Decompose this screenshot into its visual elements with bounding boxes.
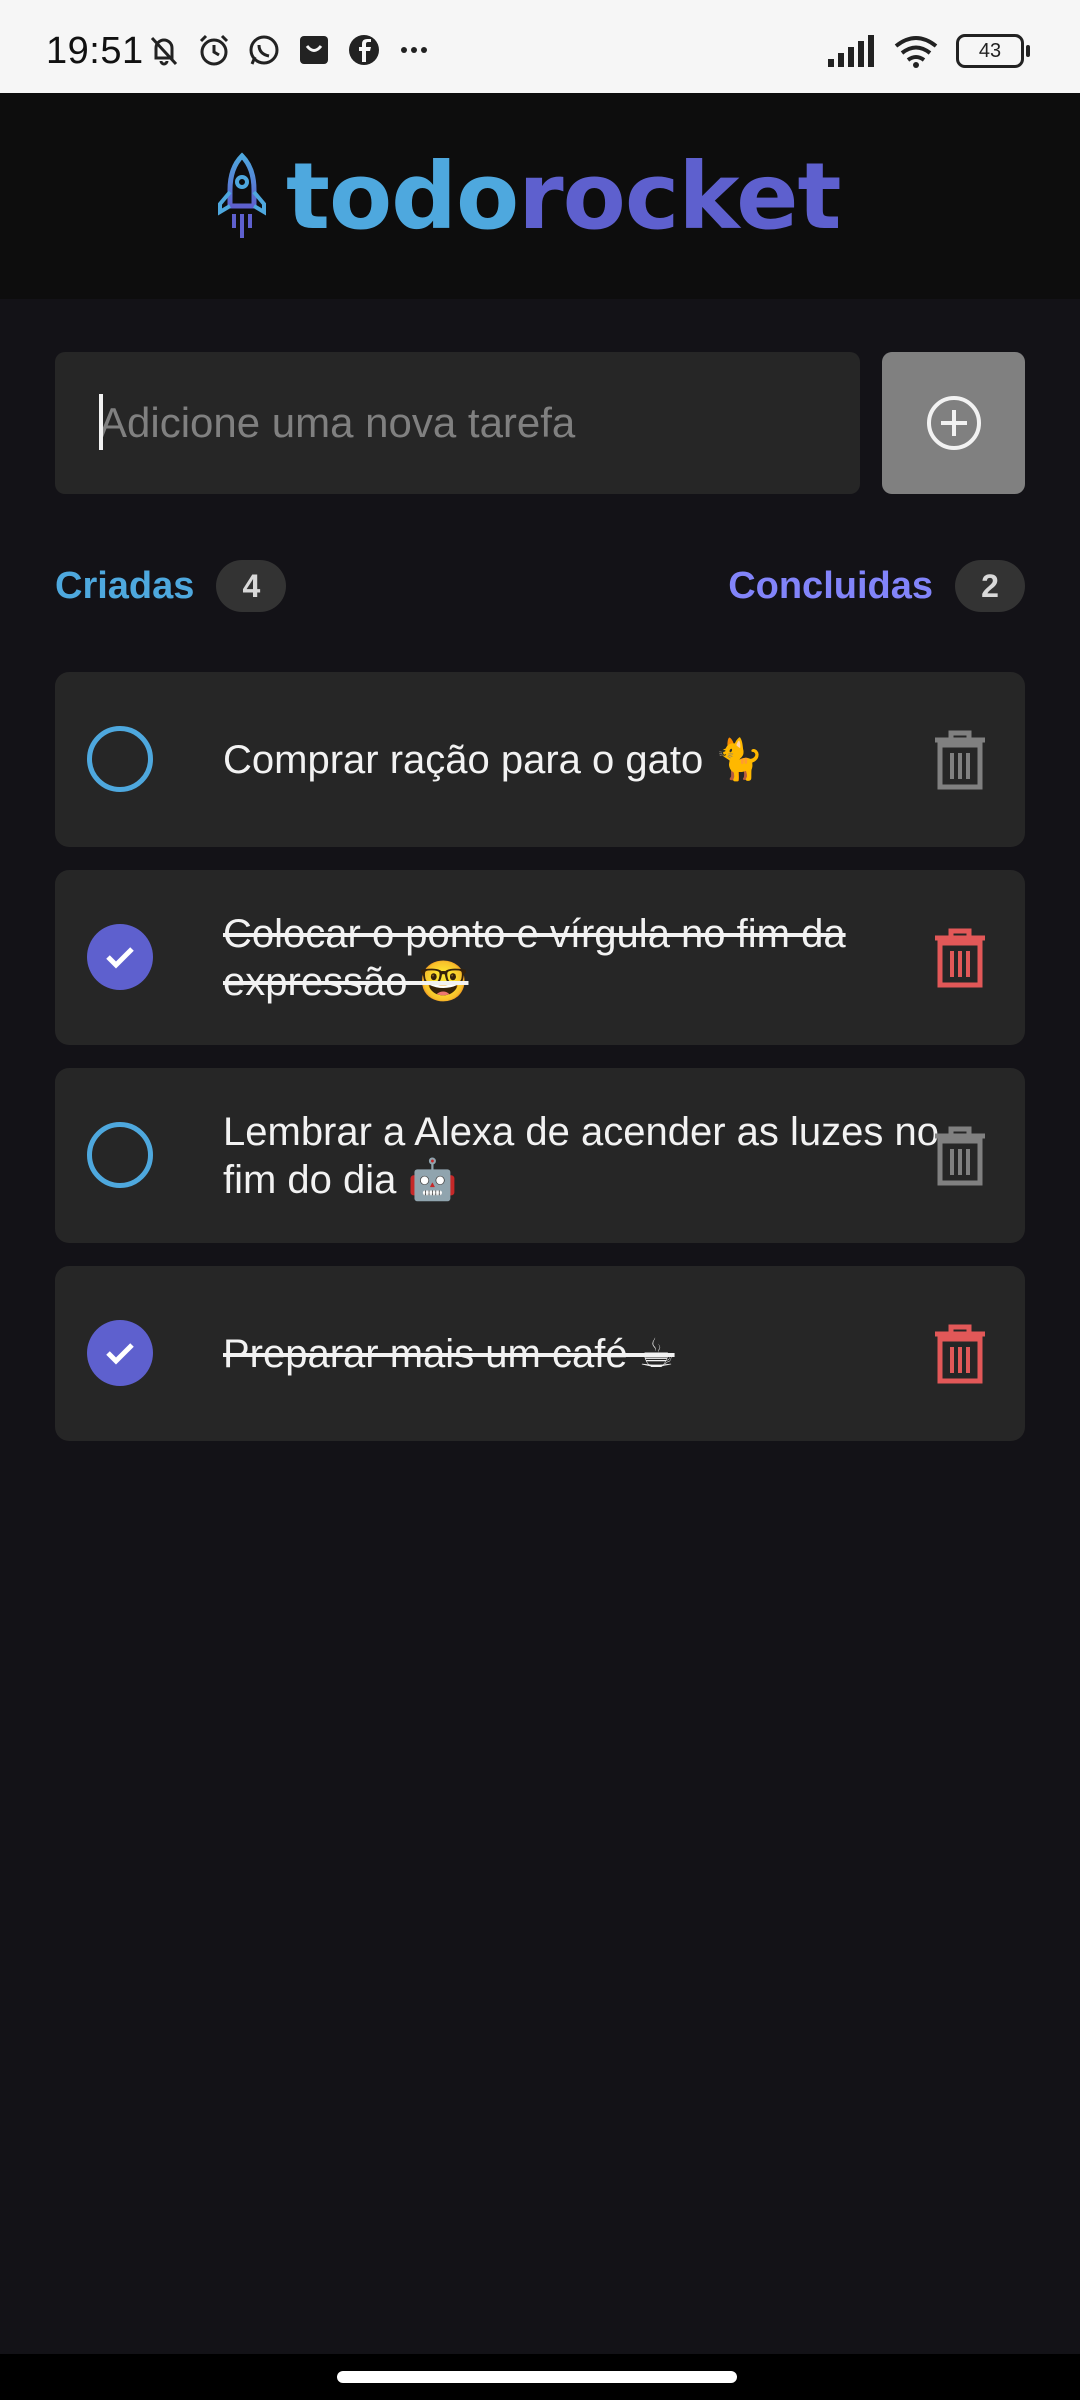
notification-icons xyxy=(146,32,432,68)
task-checkbox-checked[interactable] xyxy=(87,924,153,990)
done-count-badge: 2 xyxy=(955,560,1025,612)
task-counters: Criadas 4 Concluidas 2 xyxy=(55,560,1025,616)
system-icons: 43 xyxy=(826,34,1030,68)
task-checkbox-checked[interactable] xyxy=(87,1320,153,1386)
task-item: Preparar mais um café ☕ xyxy=(55,1266,1025,1441)
done-counter: Concluidas 2 xyxy=(728,560,1025,612)
trash-icon[interactable] xyxy=(931,1322,989,1384)
bell-off-icon xyxy=(150,36,178,66)
rocket-icon xyxy=(218,152,266,238)
alarm-icon xyxy=(199,34,229,66)
task-item: Colocar o ponto e vírgula no fim da expr… xyxy=(55,870,1025,1045)
facebook-icon xyxy=(349,35,379,65)
app-logo: todorocket xyxy=(212,151,841,243)
trash-icon[interactable] xyxy=(931,728,989,790)
trash-icon[interactable] xyxy=(931,1124,989,1186)
logo-wordmark: todorocket xyxy=(286,151,841,243)
new-task-input[interactable] xyxy=(55,352,860,494)
task-text: Lembrar a Alexa de acender as luzes no f… xyxy=(223,1109,939,1202)
new-task-form xyxy=(55,352,1025,494)
created-label: Criadas xyxy=(55,564,195,607)
battery-icon: 43 xyxy=(956,34,1030,68)
status-bar: 19:51 43 xyxy=(0,0,1080,93)
checkmark-icon xyxy=(106,947,134,969)
task-item: Lembrar a Alexa de acender as luzes no f… xyxy=(55,1068,1025,1243)
task-checkbox[interactable] xyxy=(87,726,153,792)
system-nav-bar xyxy=(0,2354,1080,2400)
plus-circle-icon xyxy=(926,396,981,450)
signal-icon xyxy=(828,35,874,67)
wifi-icon xyxy=(894,36,938,68)
logo-text-todo: todo xyxy=(286,143,519,250)
created-counter: Criadas 4 xyxy=(55,560,287,612)
task-text: Preparar mais um café ☕ xyxy=(223,1331,675,1376)
logo-text-rocket: rocket xyxy=(518,143,841,250)
task-text: Colocar o ponto e vírgula no fim da expr… xyxy=(223,911,846,1004)
status-time: 19:51 xyxy=(46,30,144,72)
battery-level: 43 xyxy=(978,40,1002,62)
app-header: todorocket xyxy=(0,93,1080,299)
task-list: Comprar ração para o gato 🐈 Colocar o po… xyxy=(55,672,1025,1464)
more-dots-icon xyxy=(401,47,427,53)
checkmark-icon xyxy=(106,1343,134,1365)
text-caret xyxy=(99,394,103,450)
task-text: Comprar ração para o gato 🐈 xyxy=(223,737,765,782)
done-label: Concluidas xyxy=(728,564,933,607)
home-gesture-handle[interactable] xyxy=(337,2371,737,2383)
task-item: Comprar ração para o gato 🐈 xyxy=(55,672,1025,847)
created-count-badge: 4 xyxy=(216,560,287,612)
shop-icon xyxy=(300,36,328,64)
task-checkbox[interactable] xyxy=(87,1122,153,1188)
add-task-button[interactable] xyxy=(882,352,1025,494)
trash-icon[interactable] xyxy=(931,926,989,988)
whatsapp-icon xyxy=(249,35,279,65)
